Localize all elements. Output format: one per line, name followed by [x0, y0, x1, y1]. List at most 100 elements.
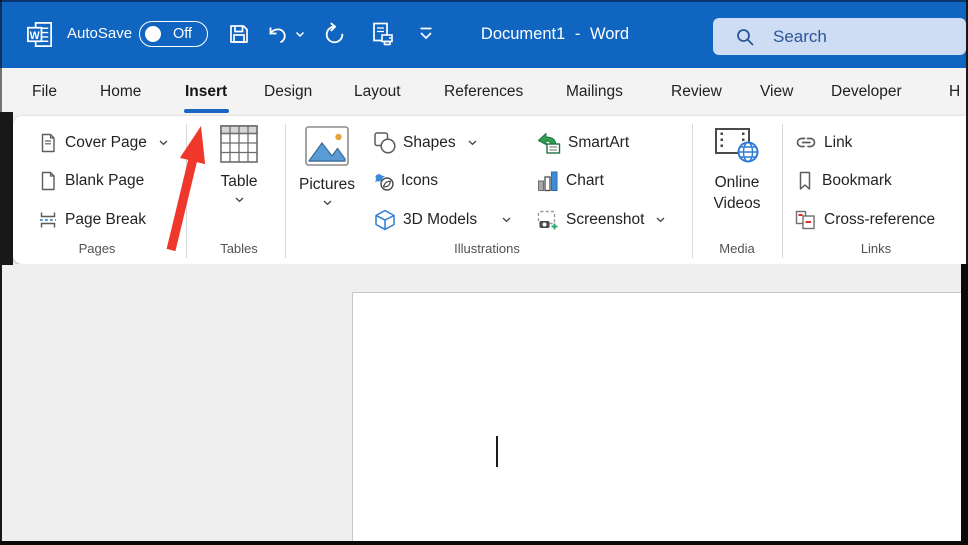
capture-edge	[961, 264, 968, 545]
group-label-links: Links	[795, 240, 957, 258]
active-tab-indicator	[184, 109, 229, 113]
ribbon-button-label: Online	[715, 173, 760, 192]
ribbon-button-page-break[interactable]: Page Break	[38, 206, 146, 233]
ribbon-button-cover-page[interactable]: Cover Page	[38, 129, 168, 156]
capture-edge	[0, 541, 968, 545]
search-placeholder: Search	[773, 27, 827, 47]
table-icon	[220, 125, 258, 168]
chevron-down-icon	[502, 217, 511, 223]
title-bar: W AutoSave Off	[0, 0, 968, 68]
group-label-tables: Tables	[191, 240, 287, 258]
tab-developer[interactable]: Developer	[831, 68, 902, 116]
ribbon-button-label: Screenshot	[566, 211, 644, 229]
save-button[interactable]	[227, 22, 251, 46]
ribbon-button-smartart[interactable]: SmartArt	[537, 129, 629, 156]
ribbon-button-label: Pictures	[299, 175, 355, 194]
ribbon-button-label: 3D Models	[403, 211, 477, 229]
tab-view[interactable]: View	[760, 68, 793, 116]
ribbon-button-pictures[interactable]: Pictures	[289, 126, 365, 206]
ribbon-button-label: Cross-reference	[824, 211, 935, 229]
autosave-toggle[interactable]: Off	[139, 21, 208, 47]
cross-reference-icon	[795, 210, 817, 230]
chevron-down-icon	[468, 140, 477, 146]
ribbon-button-label: Icons	[401, 172, 438, 190]
screenshot-icon	[537, 210, 559, 230]
print-preview-button[interactable]	[369, 21, 395, 47]
tab-file[interactable]: File	[32, 68, 57, 116]
3d-models-icon	[374, 209, 396, 231]
tab-mailings[interactable]: Mailings	[566, 68, 623, 116]
capture-edge	[0, 112, 13, 265]
autosave-state: Off	[173, 22, 192, 45]
chart-icon	[537, 170, 559, 192]
redo-button[interactable]	[322, 22, 347, 47]
tab-layout[interactable]: Layout	[354, 68, 401, 116]
shapes-icon	[374, 132, 396, 154]
tab-help-partial[interactable]: H	[949, 68, 960, 116]
search-input[interactable]: Search	[713, 18, 966, 55]
ribbon: Cover Page Blank Page Pa	[13, 116, 968, 264]
tab-design[interactable]: Design	[264, 68, 312, 116]
tab-home[interactable]: Home	[100, 68, 141, 116]
undo-button[interactable]	[265, 22, 305, 46]
group-separator	[692, 124, 693, 258]
word-logo-icon: W	[26, 20, 55, 49]
ribbon-button-icons[interactable]: Icons	[374, 167, 438, 194]
ribbon-button-blank-page[interactable]: Blank Page	[38, 167, 144, 194]
group-label-pages: Pages	[38, 240, 156, 258]
cover-page-icon	[38, 133, 58, 153]
toggle-knob	[145, 26, 161, 42]
ribbon-button-3d-models[interactable]: 3D Models	[374, 206, 511, 233]
page-break-icon	[38, 210, 58, 230]
bookmark-icon	[795, 171, 815, 191]
chevron-down-icon	[159, 140, 168, 146]
pictures-icon	[305, 126, 349, 171]
ribbon-button-cross-reference[interactable]: Cross-reference	[795, 206, 935, 233]
document-workspace	[2, 264, 968, 545]
ribbon-button-label: Blank Page	[65, 172, 144, 190]
ribbon-button-label: Chart	[566, 172, 604, 190]
ribbon-button-link[interactable]: Link	[795, 129, 852, 156]
icons-icon	[374, 171, 394, 191]
chevron-down-icon	[656, 217, 665, 223]
ribbon-button-label: SmartArt	[568, 134, 629, 152]
document-page[interactable]	[352, 292, 968, 545]
autosave-label: AutoSave	[67, 0, 132, 68]
online-videos-icon	[714, 126, 760, 169]
ribbon-button-shapes[interactable]: Shapes	[374, 129, 477, 156]
group-separator	[186, 124, 187, 258]
ribbon-button-bookmark[interactable]: Bookmark	[795, 167, 892, 194]
ribbon-button-table[interactable]: Table	[191, 125, 287, 203]
ribbon-button-label: Bookmark	[822, 172, 892, 190]
chevron-down-icon	[323, 200, 332, 206]
group-separator	[285, 124, 286, 258]
svg-text:W: W	[30, 30, 41, 42]
group-label-media: Media	[699, 240, 775, 258]
word-window: W AutoSave Off	[0, 0, 968, 545]
ribbon-button-label: Link	[824, 134, 852, 152]
group-separator	[782, 124, 783, 258]
text-cursor	[496, 436, 498, 467]
tab-review[interactable]: Review	[671, 68, 722, 116]
group-label-illustrations: Illustrations	[289, 240, 685, 258]
ribbon-button-label: Shapes	[403, 134, 456, 152]
ribbon-button-label: Videos	[713, 194, 760, 213]
tab-references[interactable]: References	[444, 68, 523, 116]
ribbon-button-label: Page Break	[65, 211, 146, 229]
ribbon-button-chart[interactable]: Chart	[537, 167, 604, 194]
ribbon-button-online-videos[interactable]: Online Videos	[699, 126, 775, 213]
search-icon	[734, 26, 756, 48]
ribbon-button-label: Cover Page	[65, 134, 147, 152]
document-title: Document1 - Word	[455, 0, 655, 68]
ribbon-tab-bar: File Home Insert Design Layout Reference…	[0, 68, 968, 116]
blank-page-icon	[38, 171, 58, 191]
ribbon-button-screenshot[interactable]: Screenshot	[537, 206, 665, 233]
ribbon-button-label: Table	[220, 172, 257, 191]
chevron-down-icon[interactable]	[295, 31, 305, 38]
capture-edge	[0, 0, 968, 2]
smartart-icon	[537, 132, 561, 154]
link-icon	[795, 133, 817, 153]
quick-access-chevron-icon[interactable]	[416, 26, 436, 42]
chevron-down-icon	[235, 197, 244, 203]
capture-edge	[0, 0, 2, 112]
